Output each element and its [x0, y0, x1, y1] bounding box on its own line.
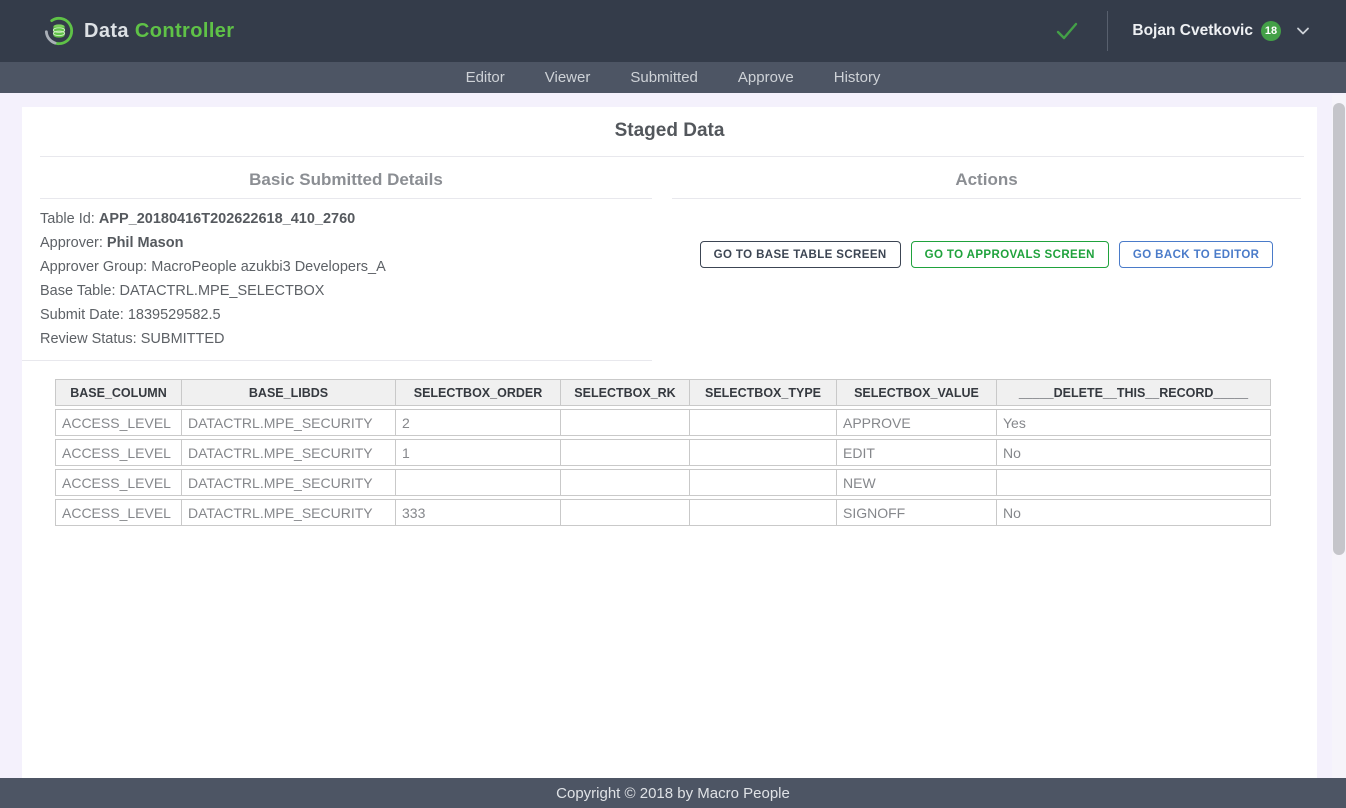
table-cell	[561, 499, 690, 526]
status-check-icon	[1053, 17, 1081, 45]
go-to-base-table-screen-button[interactable]: GO TO BASE TABLE SCREEN	[700, 241, 901, 268]
table-cell: ACCESS_LEVEL	[55, 469, 182, 496]
column-header[interactable]: SELECTBOX_ORDER	[396, 379, 561, 406]
table-cell: No	[997, 499, 1271, 526]
table-cell: ACCESS_LEVEL	[55, 409, 182, 436]
detail-label: Approver Group:	[40, 259, 151, 275]
column-header[interactable]: BASE_COLUMN	[55, 379, 182, 406]
chevron-down-icon[interactable]	[1296, 25, 1310, 37]
table-cell	[561, 469, 690, 496]
table-cell: Yes	[997, 409, 1271, 436]
table-cell	[561, 409, 690, 436]
table-cell: DATACTRL.MPE_SECURITY	[182, 469, 396, 496]
details-list: Table Id: APP_20180416T202622618_410_276…	[40, 207, 652, 351]
detail-label: Approver:	[40, 235, 107, 251]
nav-tab-history[interactable]: History	[834, 69, 881, 86]
table-row: ACCESS_LEVELDATACTRL.MPE_SECURITY333 SIGN…	[55, 499, 1271, 526]
detail-label: Base Table:	[40, 283, 120, 299]
nav-tab-submitted[interactable]: Submitted	[630, 69, 698, 86]
table-cell: SIGNOFF	[837, 499, 997, 526]
detail-row: Submit Date: 1839529582.5	[40, 303, 652, 327]
go-to-approvals-screen-button[interactable]: GO TO APPROVALS SCREEN	[911, 241, 1109, 268]
table-cell	[690, 439, 837, 466]
detail-row: Approver: Phil Mason	[40, 231, 652, 255]
actions-title-divider	[672, 198, 1301, 199]
column-header[interactable]: BASE_LIBDS	[182, 379, 396, 406]
page-title: Staged Data	[22, 107, 1317, 142]
detail-value: DATACTRL.MPE_SELECTBOX	[120, 283, 325, 299]
table-cell: DATACTRL.MPE_SECURITY	[182, 499, 396, 526]
column-header[interactable]: SELECTBOX_TYPE	[690, 379, 837, 406]
copyright-text: Copyright © 2018 by Macro People	[556, 785, 790, 802]
app-logo[interactable]: Data Controller	[44, 16, 234, 46]
navbar: Editor Viewer Submitted Approve History	[0, 62, 1346, 93]
basic-submitted-details-section: Basic Submitted Details Table Id: APP_20…	[22, 157, 652, 361]
staged-data-table-wrap: BASE_COLUMNBASE_LIBDSSELECTBOX_ORDERSELE…	[55, 376, 1317, 529]
table-header-row: BASE_COLUMNBASE_LIBDSSELECTBOX_ORDERSELE…	[55, 379, 1271, 406]
nav-tab-approve[interactable]: Approve	[738, 69, 794, 86]
actions-buttons: GO TO BASE TABLE SCREEN GO TO APPROVALS S…	[672, 241, 1301, 268]
page-footer: Copyright © 2018 by Macro People	[0, 778, 1346, 808]
detail-value: Phil Mason	[107, 235, 184, 251]
staged-data-table: BASE_COLUMNBASE_LIBDSSELECTBOX_ORDERSELE…	[55, 376, 1271, 529]
database-logo-icon	[44, 16, 74, 46]
detail-value: MacroPeople azukbi3 Developers_A	[151, 259, 386, 275]
table-cell: 2	[396, 409, 561, 436]
actions-section-title: Actions	[672, 170, 1301, 190]
table-cell: APPROVE	[837, 409, 997, 436]
table-cell: DATACTRL.MPE_SECURITY	[182, 409, 396, 436]
top-header: Data Controller Bojan Cvetkovic 18	[0, 0, 1346, 62]
column-header[interactable]: _____DELETE__THIS__RECORD_____	[997, 379, 1271, 406]
table-cell: ACCESS_LEVEL	[55, 439, 182, 466]
header-divider	[1107, 11, 1108, 51]
scrollbar-thumb[interactable]	[1333, 103, 1345, 555]
detail-row: Approver Group: MacroPeople azukbi3 Deve…	[40, 255, 652, 279]
table-cell	[561, 439, 690, 466]
vertical-scrollbar[interactable]	[1332, 95, 1346, 778]
detail-value: APP_20180416T202622618_410_2760	[99, 211, 355, 227]
staged-data-card: Staged Data Basic Submitted Details Tabl…	[22, 107, 1317, 778]
table-cell: EDIT	[837, 439, 997, 466]
table-cell: No	[997, 439, 1271, 466]
table-body: ACCESS_LEVELDATACTRL.MPE_SECURITY2APPROV…	[55, 409, 1271, 526]
user-name: Bojan Cvetkovic	[1132, 22, 1253, 40]
details-end-divider	[22, 360, 652, 361]
detail-row: Table Id: APP_20180416T202622618_410_276…	[40, 207, 652, 231]
app-window: Data Controller Bojan Cvetkovic 18	[0, 0, 1346, 808]
detail-row: Base Table: DATACTRL.MPE_SELECTBOX	[40, 279, 652, 303]
table-cell	[997, 469, 1271, 496]
details-title-divider	[40, 198, 652, 199]
detail-value: SUBMITTED	[141, 331, 225, 347]
column-header[interactable]: SELECTBOX_VALUE	[837, 379, 997, 406]
nav-tab-viewer[interactable]: Viewer	[545, 69, 591, 86]
table-cell	[396, 469, 561, 496]
detail-label: Submit Date:	[40, 307, 128, 323]
column-header[interactable]: SELECTBOX_RK	[561, 379, 690, 406]
go-back-to-editor-button[interactable]: GO BACK TO EDITOR	[1119, 241, 1274, 268]
detail-row: Review Status: SUBMITTED	[40, 327, 652, 351]
user-menu[interactable]: Bojan Cvetkovic 18	[1132, 21, 1310, 41]
details-section-title: Basic Submitted Details	[40, 170, 652, 190]
table-cell: ACCESS_LEVEL	[55, 499, 182, 526]
notification-badge: 18	[1261, 21, 1281, 41]
table-cell: 1	[396, 439, 561, 466]
app-title: Data Controller	[84, 20, 234, 43]
table-cell: 333	[396, 499, 561, 526]
table-row: ACCESS_LEVELDATACTRL.MPE_SECURITY2 APPROV…	[55, 409, 1271, 436]
nav-tab-editor[interactable]: Editor	[466, 69, 505, 86]
detail-label: Review Status:	[40, 331, 141, 347]
table-cell	[690, 499, 837, 526]
table-cell	[690, 469, 837, 496]
table-cell: DATACTRL.MPE_SECURITY	[182, 439, 396, 466]
table-row: ACCESS_LEVELDATACTRL.MPE_SECURITY1 EDITNo	[55, 439, 1271, 466]
table-cell	[690, 409, 837, 436]
table-cell: NEW	[837, 469, 997, 496]
detail-label: Table Id:	[40, 211, 99, 227]
detail-value: 1839529582.5	[128, 307, 221, 323]
table-row: ACCESS_LEVELDATACTRL.MPE_SECURITY NEW	[55, 469, 1271, 496]
actions-section: Actions GO TO BASE TABLE SCREEN GO TO APP…	[652, 157, 1317, 361]
